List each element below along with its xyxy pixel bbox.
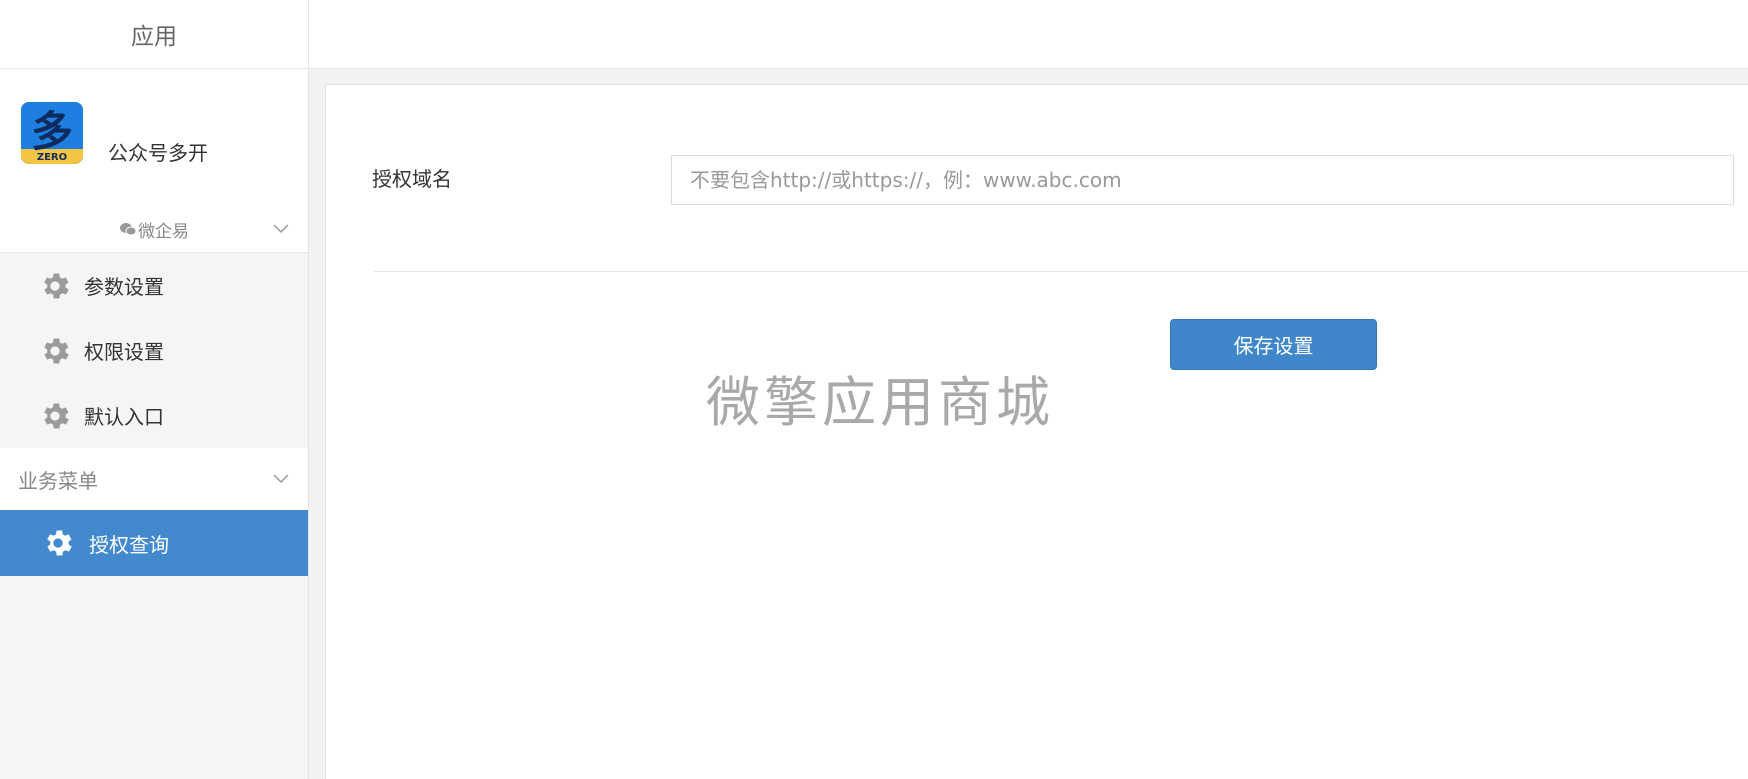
- chevron-down-icon: [273, 474, 289, 484]
- gear-icon: [47, 530, 72, 556]
- top-bar: [309, 0, 1748, 69]
- app-card: 多 ZERO 公众号多开: [0, 69, 308, 206]
- chevron-down-icon: [273, 224, 289, 234]
- nav-item-params[interactable]: 参数设置: [0, 253, 308, 318]
- nav-item-label: 默认入口: [84, 405, 164, 429]
- nav-item-default-entry[interactable]: 默认入口: [0, 383, 308, 448]
- nav-item-auth-query[interactable]: 授权查询: [0, 510, 308, 576]
- watermark: 微擎应用商城: [706, 371, 1054, 434]
- divider: [374, 271, 1748, 272]
- nav-item-label: 参数设置: [84, 275, 164, 299]
- nav-item-label: 授权查询: [89, 532, 169, 557]
- nav-item-label: 权限设置: [84, 340, 164, 364]
- business-menu-toggle[interactable]: 业务菜单: [0, 448, 308, 510]
- account-group-label: 微企易: [138, 221, 189, 242]
- main-panel: 授权域名 微擎应用商城 保存设置: [325, 84, 1748, 779]
- app-name: 公众号多开: [108, 141, 208, 165]
- sidebar: 应用 多 ZERO 公众号多开 微企易 参数设置 权限设置 默认入口 业务菜单 …: [0, 0, 309, 779]
- save-button[interactable]: 保存设置: [1170, 319, 1377, 370]
- gear-icon: [44, 273, 69, 298]
- business-menu-label: 业务菜单: [18, 468, 98, 493]
- domain-input[interactable]: [671, 155, 1734, 205]
- domain-label: 授权域名: [372, 167, 452, 191]
- wechat-icon: [120, 223, 137, 236]
- sidebar-title: 应用: [0, 0, 308, 69]
- app-logo: 多 ZERO: [21, 102, 83, 164]
- app-logo-badge: ZERO: [37, 152, 67, 163]
- gear-icon: [44, 338, 69, 363]
- app-logo-glyph: 多: [31, 107, 73, 156]
- gear-icon: [44, 403, 69, 428]
- account-group-toggle[interactable]: 微企易: [0, 206, 308, 253]
- nav-item-permissions[interactable]: 权限设置: [0, 318, 308, 383]
